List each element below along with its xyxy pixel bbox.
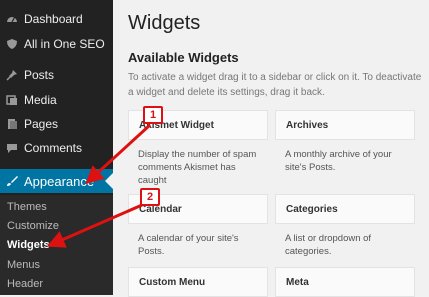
annotation-badge-2: 2 <box>140 188 160 206</box>
annotation-arrow-2 <box>46 203 143 248</box>
annotation-arrow-1 <box>85 123 152 185</box>
annotation-arrows <box>46 123 152 248</box>
annotation-badge-1: 1 <box>143 106 163 124</box>
